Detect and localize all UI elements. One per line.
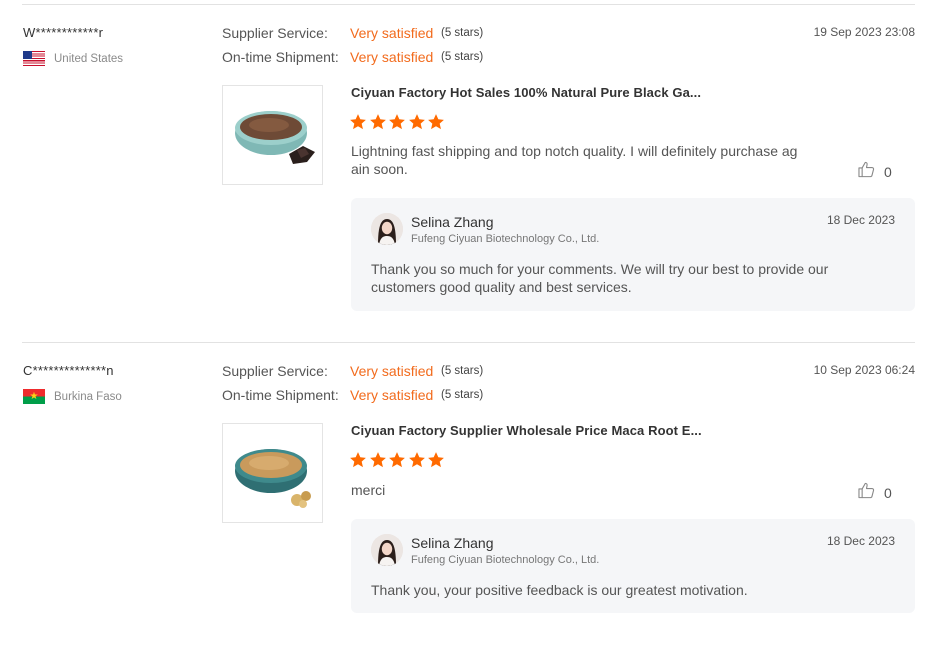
supplier-service-stars: (5 stars): [441, 27, 484, 39]
shipment-stars: (5 stars): [441, 389, 484, 401]
star-icon: [388, 451, 406, 469]
star-icon: [408, 113, 426, 131]
product-rating-stars: [349, 451, 447, 469]
avatar: [371, 213, 403, 245]
supplier-reply: Selina Zhang Fufeng Ciyuan Biotechnology…: [351, 519, 915, 613]
reply-author-name: Selina Zhang: [411, 214, 494, 230]
buyer-country: ★ Burkina Faso: [23, 389, 122, 404]
star-icon: [349, 113, 367, 131]
star-icon: [427, 451, 445, 469]
reply-company: Fufeng Ciyuan Biotechnology Co., Ltd.: [411, 233, 600, 245]
supplier-service-label: Supplier Service:: [222, 25, 328, 41]
star-icon: [349, 451, 367, 469]
supplier-service-stars: (5 stars): [441, 365, 484, 377]
buyer-name: C**************n: [23, 363, 114, 378]
buyer-name: W************r: [23, 25, 104, 40]
buyer-country: United States: [23, 51, 123, 66]
like-button[interactable]: 0: [857, 481, 892, 505]
country-name: Burkina Faso: [54, 390, 122, 403]
reply-company: Fufeng Ciyuan Biotechnology Co., Ltd.: [411, 554, 600, 566]
star-icon: [408, 451, 426, 469]
shipment-stars: (5 stars): [441, 51, 484, 63]
thumbs-up-icon: [857, 160, 876, 184]
supplier-service-rating: Supplier Service: Very satisfied (5 star…: [222, 363, 483, 379]
reply-text: Thank you, your positive feedback is our…: [371, 582, 748, 598]
country-name: United States: [54, 52, 124, 65]
shipment-label: On-time Shipment:: [222, 49, 339, 65]
reply-text: Thank you so much for your comments. We …: [371, 261, 829, 295]
star-icon: [369, 113, 387, 131]
avatar: [371, 534, 403, 566]
thumbs-up-icon: [857, 481, 876, 505]
star-icon: [369, 451, 387, 469]
supplier-service-value: Very satisfied: [350, 25, 434, 41]
product-thumbnail[interactable]: [222, 423, 323, 523]
supplier-service-value: Very satisfied: [350, 363, 434, 379]
review-item: W************r United States Supplier Se…: [0, 0, 935, 320]
like-button[interactable]: 0: [857, 160, 892, 184]
review-date: 10 Sep 2023 06:24: [813, 363, 915, 377]
shipment-value: Very satisfied: [350, 49, 434, 65]
product-thumbnail[interactable]: [222, 85, 323, 185]
like-count: 0: [884, 485, 892, 501]
supplier-reply: Selina Zhang Fufeng Ciyuan Biotechnology…: [351, 198, 915, 311]
reply-date: 18 Dec 2023: [826, 213, 895, 227]
supplier-service-label: Supplier Service:: [222, 363, 328, 379]
like-count: 0: [884, 164, 892, 180]
review-text: merci: [351, 482, 386, 498]
shipment-label: On-time Shipment:: [222, 387, 339, 403]
supplier-service-rating: Supplier Service: Very satisfied (5 star…: [222, 25, 483, 41]
star-icon: [388, 113, 406, 131]
reply-date: 18 Dec 2023: [826, 534, 895, 548]
review-text: Lightning fast shipping and top notch qu…: [351, 143, 798, 177]
shipment-rating: On-time Shipment: Very satisfied (5 star…: [222, 387, 483, 403]
star-icon: [427, 113, 445, 131]
product-title-link[interactable]: Ciyuan Factory Hot Sales 100% Natural Pu…: [351, 85, 701, 100]
shipment-rating: On-time Shipment: Very satisfied (5 star…: [222, 49, 483, 65]
us-flag-icon: [23, 51, 45, 66]
product-rating-stars: [349, 113, 447, 131]
review-item: C**************n ★ Burkina Faso Supplier…: [0, 338, 935, 658]
review-date: 19 Sep 2023 23:08: [813, 25, 915, 39]
shipment-value: Very satisfied: [350, 387, 434, 403]
product-title-link[interactable]: Ciyuan Factory Supplier Wholesale Price …: [351, 423, 702, 438]
reply-author-name: Selina Zhang: [411, 535, 494, 551]
burkina-faso-flag-icon: ★: [23, 389, 45, 404]
